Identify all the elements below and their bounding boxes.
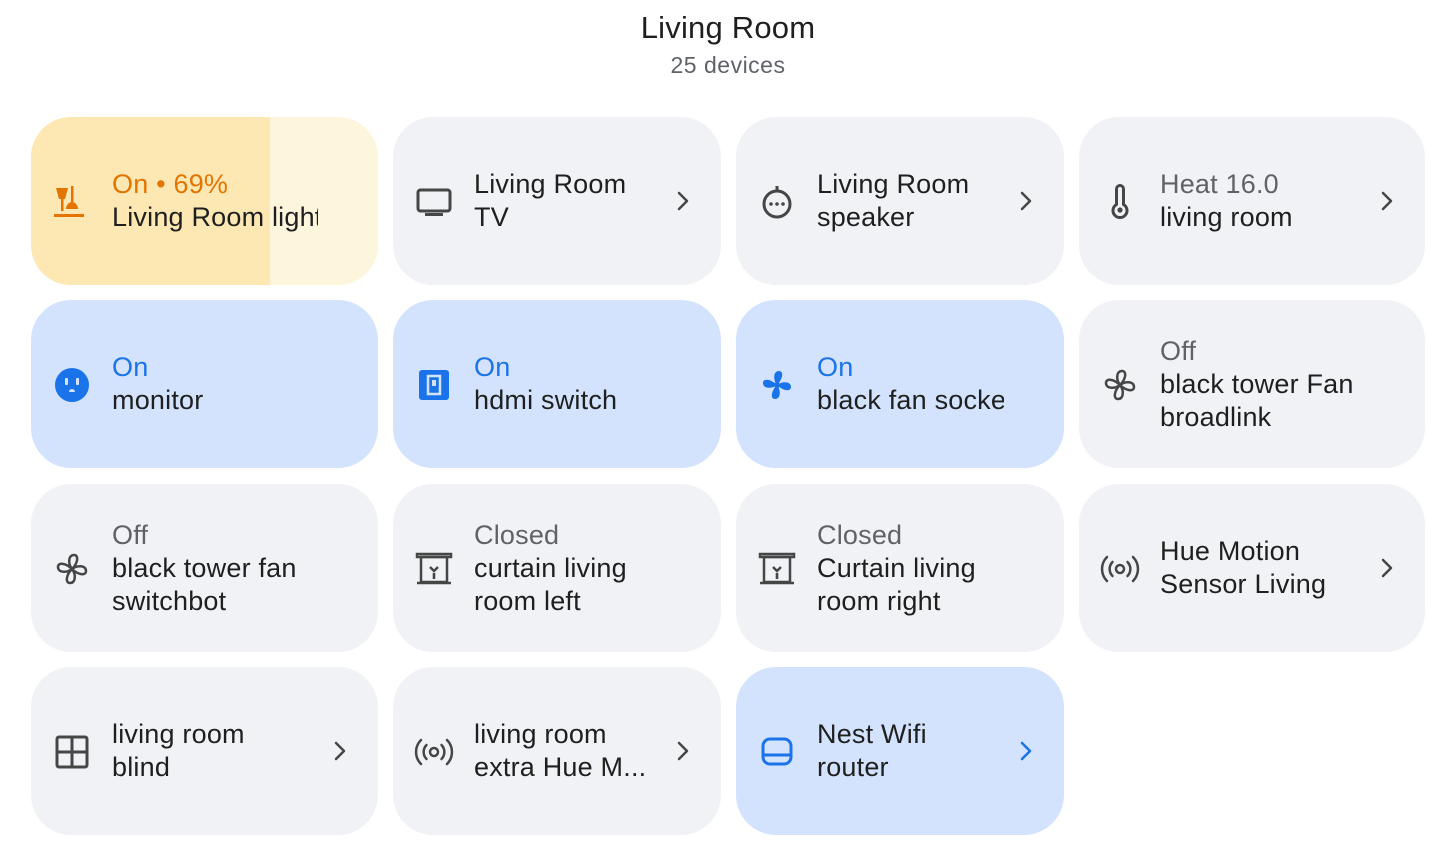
device-tile-hdmi-switch[interactable]: On hdmi switch (393, 300, 721, 468)
device-tile-curtain-living-room-right[interactable]: Closed Curtain living room right (736, 484, 1064, 652)
device-tile-living-room-blind[interactable]: living room blind (31, 667, 378, 835)
device-name: black fan socket (817, 385, 1004, 415)
device-name: living room (1160, 202, 1293, 232)
room-title: Living Room (640, 10, 816, 45)
chevron-right-icon (328, 739, 352, 763)
device-name: Sensor Living (1160, 569, 1327, 599)
device-state: Closed (474, 519, 560, 550)
device-state: On • 69% (112, 169, 229, 199)
device-tile-black-tower-fan-switchbot[interactable]: Off black tower fan switchbot (31, 484, 378, 652)
device-state: On (817, 352, 854, 382)
device-state: On (474, 352, 511, 382)
lamp-icon (51, 181, 93, 223)
device-name: room left (474, 585, 581, 616)
device-name: living room (112, 719, 245, 749)
device-state: Off (112, 519, 149, 550)
device-name: Living Room (474, 169, 627, 199)
device-tile-hue-motion-sensor-living[interactable]: Hue Motion Sensor Living (1079, 484, 1425, 652)
device-count: 25 devices (670, 52, 786, 78)
tv-icon (413, 181, 455, 223)
device-state: Closed (817, 519, 903, 550)
device-tile-living-room-tv[interactable]: Living Room TV (393, 117, 721, 285)
fan-icon (756, 364, 798, 406)
device-name: curtain living (474, 552, 627, 583)
device-state: Heat 16.0 (1160, 169, 1279, 199)
device-name: TV (474, 202, 509, 232)
device-name: extra Hue M... (474, 752, 647, 782)
device-tile-nest-wifi-router[interactable]: Nest Wifi router (736, 667, 1064, 835)
device-name: blind (112, 752, 171, 782)
device-name: Living Room (817, 169, 970, 199)
router-icon (756, 731, 798, 773)
device-tile-living-room-extra-hue-motion[interactable]: living room extra Hue M... (393, 667, 721, 835)
device-name: hdmi switch (474, 385, 618, 415)
device-tile-living-room-speaker[interactable]: Living Room speaker (736, 117, 1064, 285)
motion-sensor-icon (413, 731, 455, 773)
chevron-right-icon (1375, 556, 1399, 580)
blind-icon (51, 731, 93, 773)
device-name: monitor (112, 385, 204, 415)
device-name: router (817, 752, 889, 782)
motion-sensor-icon (1099, 548, 1141, 590)
device-tile-curtain-living-room-left[interactable]: Closed curtain living room left (393, 484, 721, 652)
device-name: black tower fan (112, 552, 297, 583)
device-name: black tower Fan (1160, 368, 1354, 399)
chevron-right-icon (1375, 189, 1399, 213)
device-name: switchbot (112, 585, 227, 616)
device-state: Off (1160, 335, 1197, 366)
device-tile-living-room-lights[interactable]: On • 69% Living Room lights (31, 117, 378, 285)
device-name: Living Room lights (112, 202, 318, 232)
device-name: living room (474, 719, 607, 749)
switch-icon (413, 364, 455, 406)
room-header: Living Room 25 devices (0, 10, 1456, 79)
device-tile-monitor[interactable]: On monitor (31, 300, 378, 468)
fan-icon (1099, 364, 1141, 406)
device-name: room right (817, 585, 941, 616)
device-name: speaker (817, 202, 915, 232)
device-name: broadlink (1160, 401, 1272, 432)
device-tile-black-fan-socket[interactable]: On black fan socket (736, 300, 1064, 468)
device-tile-thermostat[interactable]: Heat 16.0 living room (1079, 117, 1425, 285)
chevron-right-icon (1014, 189, 1038, 213)
speaker-icon (756, 181, 798, 223)
device-tile-black-tower-fan-broadlink[interactable]: Off black tower Fan broadlink (1079, 300, 1425, 468)
thermometer-icon (1099, 181, 1141, 223)
device-name: Nest Wifi (817, 719, 927, 749)
device-state: On (112, 352, 149, 382)
outlet-icon (51, 364, 93, 406)
fan-icon (51, 548, 93, 590)
curtain-icon (756, 548, 798, 590)
curtain-icon (413, 548, 455, 590)
chevron-right-icon (671, 739, 695, 763)
device-name: Hue Motion (1160, 536, 1301, 566)
chevron-right-icon (1014, 739, 1038, 763)
device-name: Curtain living (817, 552, 976, 583)
chevron-right-icon (671, 189, 695, 213)
